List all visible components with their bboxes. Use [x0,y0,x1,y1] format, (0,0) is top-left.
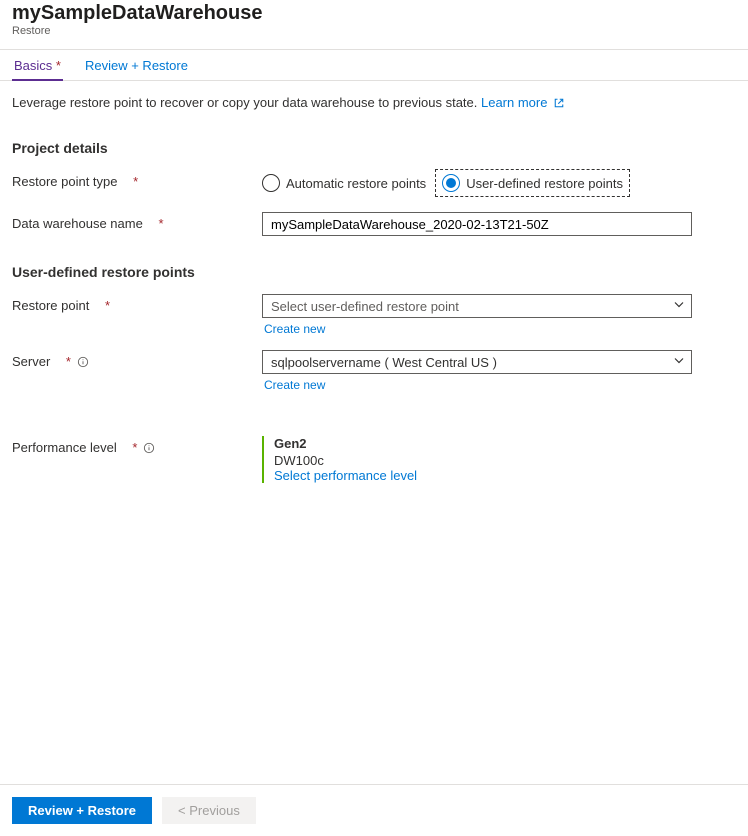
restore-point-create-new-link[interactable]: Create new [264,322,325,336]
section-user-defined-restore-points: User-defined restore points [12,264,736,280]
page-subtitle: Restore [12,25,736,37]
server-select[interactable]: sqlpoolservername ( West Central US ) [262,350,692,374]
info-icon[interactable] [77,356,89,368]
radio-user-defined-label: User-defined restore points [466,176,623,191]
server-select-value: sqlpoolservername ( West Central US ) [271,355,497,370]
info-icon[interactable] [143,442,155,454]
radio-icon [262,174,280,192]
server-create-new-link[interactable]: Create new [264,378,325,392]
label-performance-level: Performance level * [12,436,262,455]
learn-more-label: Learn more [481,95,547,110]
tab-strip: Basics * Review + Restore [0,49,748,81]
tab-review-restore[interactable]: Review + Restore [83,50,190,81]
restore-point-select-placeholder: Select user-defined restore point [271,299,459,314]
previous-button[interactable]: < Previous [162,797,256,824]
tab-basics[interactable]: Basics * [12,50,63,81]
label-data-warehouse-name: Data warehouse name * [12,212,262,231]
label-restore-point: Restore point * [12,294,262,313]
section-project-details: Project details [12,140,736,156]
restore-point-select[interactable]: Select user-defined restore point [262,294,692,318]
footer-bar: Review + Restore < Previous [0,784,748,836]
radio-automatic-label: Automatic restore points [286,176,426,191]
chevron-down-icon [673,299,685,314]
radio-user-defined-restore-points[interactable]: User-defined restore points [438,172,627,194]
intro-text: Leverage restore point to recover or cop… [12,95,736,112]
performance-gen: Gen2 [274,436,692,451]
review-restore-button[interactable]: Review + Restore [12,797,152,824]
select-performance-level-link[interactable]: Select performance level [274,468,417,483]
page-title: mySampleDataWarehouse [12,2,736,25]
external-link-icon [553,97,565,112]
restore-point-type-radio-group: Automatic restore points User-defined re… [262,170,692,194]
required-indicator: * [56,58,61,73]
radio-icon [442,174,460,192]
label-restore-point-type: Restore point type * [12,170,262,189]
learn-more-link[interactable]: Learn more [481,95,565,110]
label-server: Server * [12,350,262,369]
tab-basics-label: Basics [14,58,52,73]
chevron-down-icon [673,355,685,370]
performance-tier: DW100c [274,453,692,468]
data-warehouse-name-input[interactable] [262,212,692,236]
intro-text-body: Leverage restore point to recover or cop… [12,95,481,110]
performance-level-block: Gen2 DW100c Select performance level [262,436,692,483]
radio-automatic-restore-points[interactable]: Automatic restore points [262,174,426,192]
